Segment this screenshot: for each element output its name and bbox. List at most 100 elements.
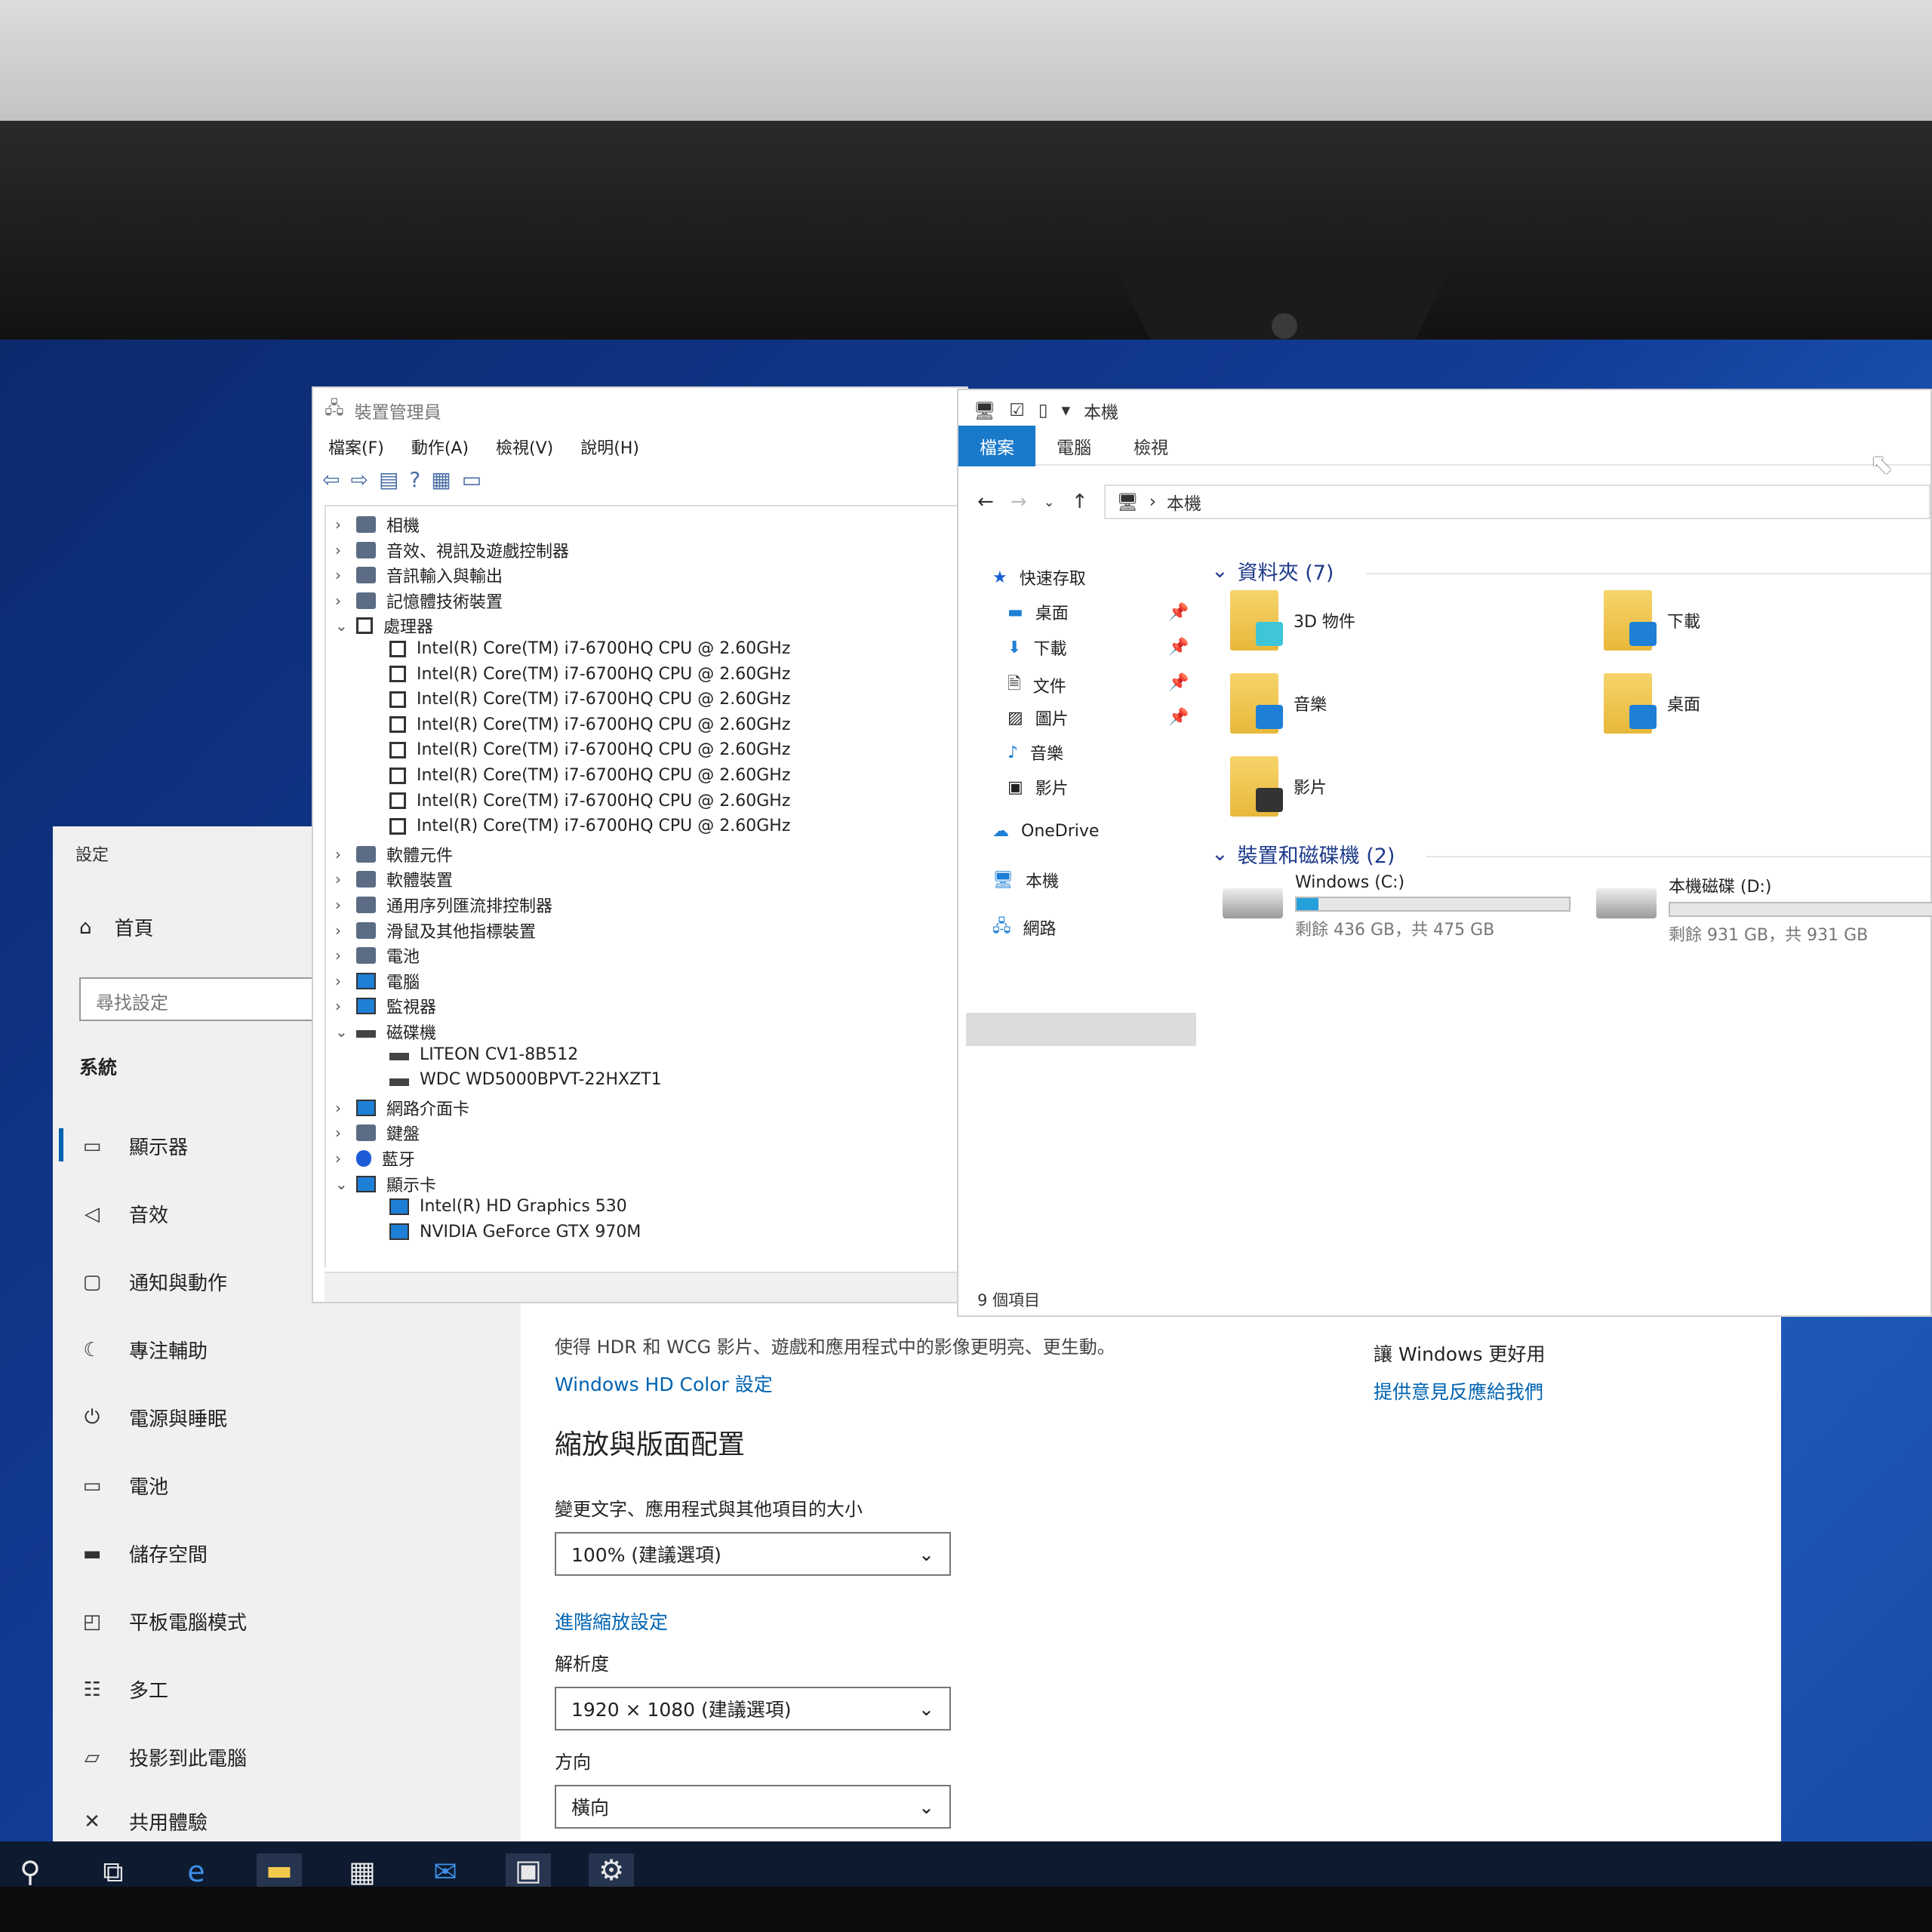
tree-category[interactable]: › 電腦	[335, 969, 420, 993]
monitor-scan-icon[interactable]: ▭	[462, 467, 481, 492]
tree-category[interactable]: › 藍牙	[335, 1146, 415, 1171]
chevron-right-icon[interactable]: ›	[335, 870, 350, 888]
properties-icon[interactable]: ▤	[379, 467, 398, 492]
nav-music[interactable]: ♪ 音樂	[1008, 740, 1063, 764]
tree-category[interactable]: › 相機	[335, 512, 420, 537]
grid-view-icon[interactable]: ▦	[431, 467, 451, 492]
search-icon[interactable]: ⚲	[8, 1855, 53, 1888]
tree-device[interactable]: Intel(R) Core(TM) i7-6700HQ CPU @ 2.60GH…	[368, 690, 790, 709]
chevron-down-icon[interactable]: ⌄	[335, 1023, 350, 1041]
tree-category[interactable]: ⌄ 顯示卡	[335, 1172, 436, 1196]
chevron-right-icon[interactable]: ›	[335, 845, 350, 863]
chevron-right-icon[interactable]: ›	[335, 997, 350, 1015]
menu-file[interactable]: 檔案(F)	[328, 435, 384, 459]
menu-help[interactable]: 說明(H)	[580, 435, 639, 459]
nav-item-focus[interactable]: ☾ 專注輔助	[79, 1336, 208, 1364]
chevron-down-icon[interactable]: ⌄	[335, 1175, 350, 1193]
tree-device[interactable]: Intel(R) HD Graphics 530	[368, 1197, 627, 1216]
help-icon[interactable]: ?	[409, 467, 420, 492]
forward-arrow-icon[interactable]: →	[1011, 491, 1027, 513]
chevron-right-icon[interactable]: ›	[335, 1099, 350, 1117]
chevron-right-icon[interactable]: ›	[335, 541, 350, 559]
tree-device[interactable]: Intel(R) Core(TM) i7-6700HQ CPU @ 2.60GH…	[368, 639, 790, 658]
nav-this-pc[interactable]: 🖥 本機	[992, 868, 1059, 892]
store-icon[interactable]: ▦	[340, 1855, 385, 1888]
nav-item-power[interactable]: ⏻ 電源與睡眠	[79, 1404, 227, 1432]
nav-item-sound[interactable]: ◁ 音效	[79, 1200, 168, 1228]
chevron-right-icon[interactable]: ›	[335, 515, 350, 534]
up-arrow-icon[interactable]: ↑	[1072, 491, 1088, 513]
properties-icon[interactable]: ☑	[1009, 401, 1025, 420]
edge-icon[interactable]: e	[174, 1855, 219, 1888]
chevron-down-icon[interactable]: ⌄	[335, 617, 350, 635]
chevron-right-icon[interactable]: ›	[335, 946, 350, 964]
nav-quick-access[interactable]: ★ 快速存取	[992, 565, 1086, 589]
tree-category[interactable]: ⌄ 處理器	[335, 614, 433, 638]
path-box[interactable]: 🖥 › 本機	[1104, 485, 1930, 519]
pin-icon[interactable]: 📌	[1168, 708, 1189, 727]
tree-category[interactable]: › 網路介面卡	[335, 1096, 469, 1120]
tree-device[interactable]: Intel(R) Core(TM) i7-6700HQ CPU @ 2.60GH…	[368, 665, 790, 684]
chevron-right-icon[interactable]: ›	[335, 972, 350, 990]
tree-device[interactable]: Intel(R) Core(TM) i7-6700HQ CPU @ 2.60GH…	[368, 766, 790, 785]
back-arrow-icon[interactable]: ⇦	[322, 467, 340, 492]
settings-icon[interactable]: ⚙	[589, 1854, 634, 1890]
tree-category[interactable]: › 鍵盤	[335, 1121, 420, 1145]
nav-item-share[interactable]: ✕ 共用體驗	[79, 1807, 208, 1835]
tree-device[interactable]: WDC WD5000BPVT-22HXZT1	[368, 1070, 662, 1089]
orientation-dropdown[interactable]: 橫向 ⌄	[555, 1785, 951, 1829]
recent-locations-icon[interactable]: ⌄	[1044, 494, 1055, 510]
nav-item-storage[interactable]: ▬ 儲存空間	[79, 1540, 208, 1567]
chevron-right-icon[interactable]: ›	[335, 896, 350, 914]
nav-item-tablet[interactable]: ◰ 平板電腦模式	[79, 1607, 247, 1635]
drive-d[interactable]: 本機磁碟 (D:) 剩餘 931 GB，共 931 GB	[1596, 873, 1932, 946]
chevron-right-icon[interactable]: ›	[335, 592, 350, 610]
tree-category[interactable]: › 監視器	[335, 994, 436, 1018]
nav-pictures[interactable]: ▨ 圖片	[1008, 706, 1069, 730]
task-view-icon[interactable]: ⧉	[91, 1855, 136, 1889]
file-explorer-icon[interactable]: ▬	[257, 1854, 302, 1890]
pin-icon[interactable]: 📌	[1168, 603, 1189, 622]
tree-category[interactable]: ⌄ 磁碟機	[335, 1020, 436, 1044]
drives-group-header[interactable]: ⌄ 裝置和磁碟機 (2)	[1211, 839, 1395, 869]
chevron-right-icon[interactable]: ›	[335, 1124, 350, 1142]
folder-videos[interactable]: 影片	[1230, 756, 1327, 817]
tree-device[interactable]: Intel(R) Core(TM) i7-6700HQ CPU @ 2.60GH…	[368, 715, 790, 734]
new-folder-icon[interactable]: ▯	[1038, 401, 1048, 420]
tree-device[interactable]: Intel(R) Core(TM) i7-6700HQ CPU @ 2.60GH…	[368, 740, 790, 759]
tab-view[interactable]: 檢視	[1112, 426, 1189, 466]
tree-category[interactable]: › 音效、視訊及遊戲控制器	[335, 538, 569, 562]
nav-network[interactable]: 🖧 網路	[992, 913, 1057, 942]
nav-downloads[interactable]: ⬇ 下載	[1008, 635, 1066, 660]
nav-documents[interactable]: 🗎 文件	[1008, 671, 1066, 700]
chevron-right-icon[interactable]: ›	[335, 921, 350, 940]
resolution-dropdown[interactable]: 1920 × 1080 (建議選項) ⌄	[555, 1687, 951, 1730]
hdr-color-link[interactable]: Windows HD Color 設定	[555, 1370, 773, 1397]
folder-downloads[interactable]: 下載	[1604, 590, 1700, 651]
tree-category[interactable]: › 軟體元件	[335, 842, 453, 866]
tree-device[interactable]: Intel(R) Core(TM) i7-6700HQ CPU @ 2.60GH…	[368, 792, 790, 811]
feedback-link[interactable]: 提供意見反應給我們	[1374, 1377, 1543, 1404]
nav-videos[interactable]: ▣ 影片	[1008, 775, 1069, 799]
tree-device[interactable]: Intel(R) Core(TM) i7-6700HQ CPU @ 2.60GH…	[368, 817, 790, 835]
nav-item-battery[interactable]: ▭ 電池	[79, 1472, 168, 1500]
tree-category[interactable]: › 軟體裝置	[335, 867, 453, 891]
chevron-right-icon[interactable]: ›	[335, 1149, 350, 1168]
dropdown-icon[interactable]: ▾	[1062, 401, 1071, 420]
pin-icon[interactable]: 📌	[1168, 638, 1189, 657]
nav-item-multitask[interactable]: ☷ 多工	[79, 1675, 168, 1703]
folders-group-header[interactable]: ⌄ 資料夾 (7)	[1211, 556, 1334, 586]
nav-item-project[interactable]: ▱ 投影到此電腦	[79, 1743, 247, 1771]
tab-computer[interactable]: 電腦	[1035, 426, 1112, 466]
menu-action[interactable]: 動作(A)	[411, 435, 469, 459]
tree-category[interactable]: › 音訊輸入與輸出	[335, 563, 503, 587]
tree-device[interactable]: NVIDIA GeForce GTX 970M	[368, 1223, 641, 1241]
nav-desktop[interactable]: ▬ 桌面	[1008, 600, 1069, 624]
tree-device[interactable]: LITEON CV1-8B512	[368, 1045, 578, 1064]
advanced-scaling-link[interactable]: 進階縮放設定	[555, 1607, 668, 1635]
tree-category[interactable]: › 電池	[335, 943, 420, 968]
device-manager-icon[interactable]: ▣	[506, 1854, 551, 1890]
nav-item-notifications[interactable]: ▢ 通知與動作	[79, 1268, 227, 1296]
breadcrumb[interactable]: 本機	[1167, 489, 1201, 515]
folder-music[interactable]: 音樂	[1230, 673, 1327, 734]
